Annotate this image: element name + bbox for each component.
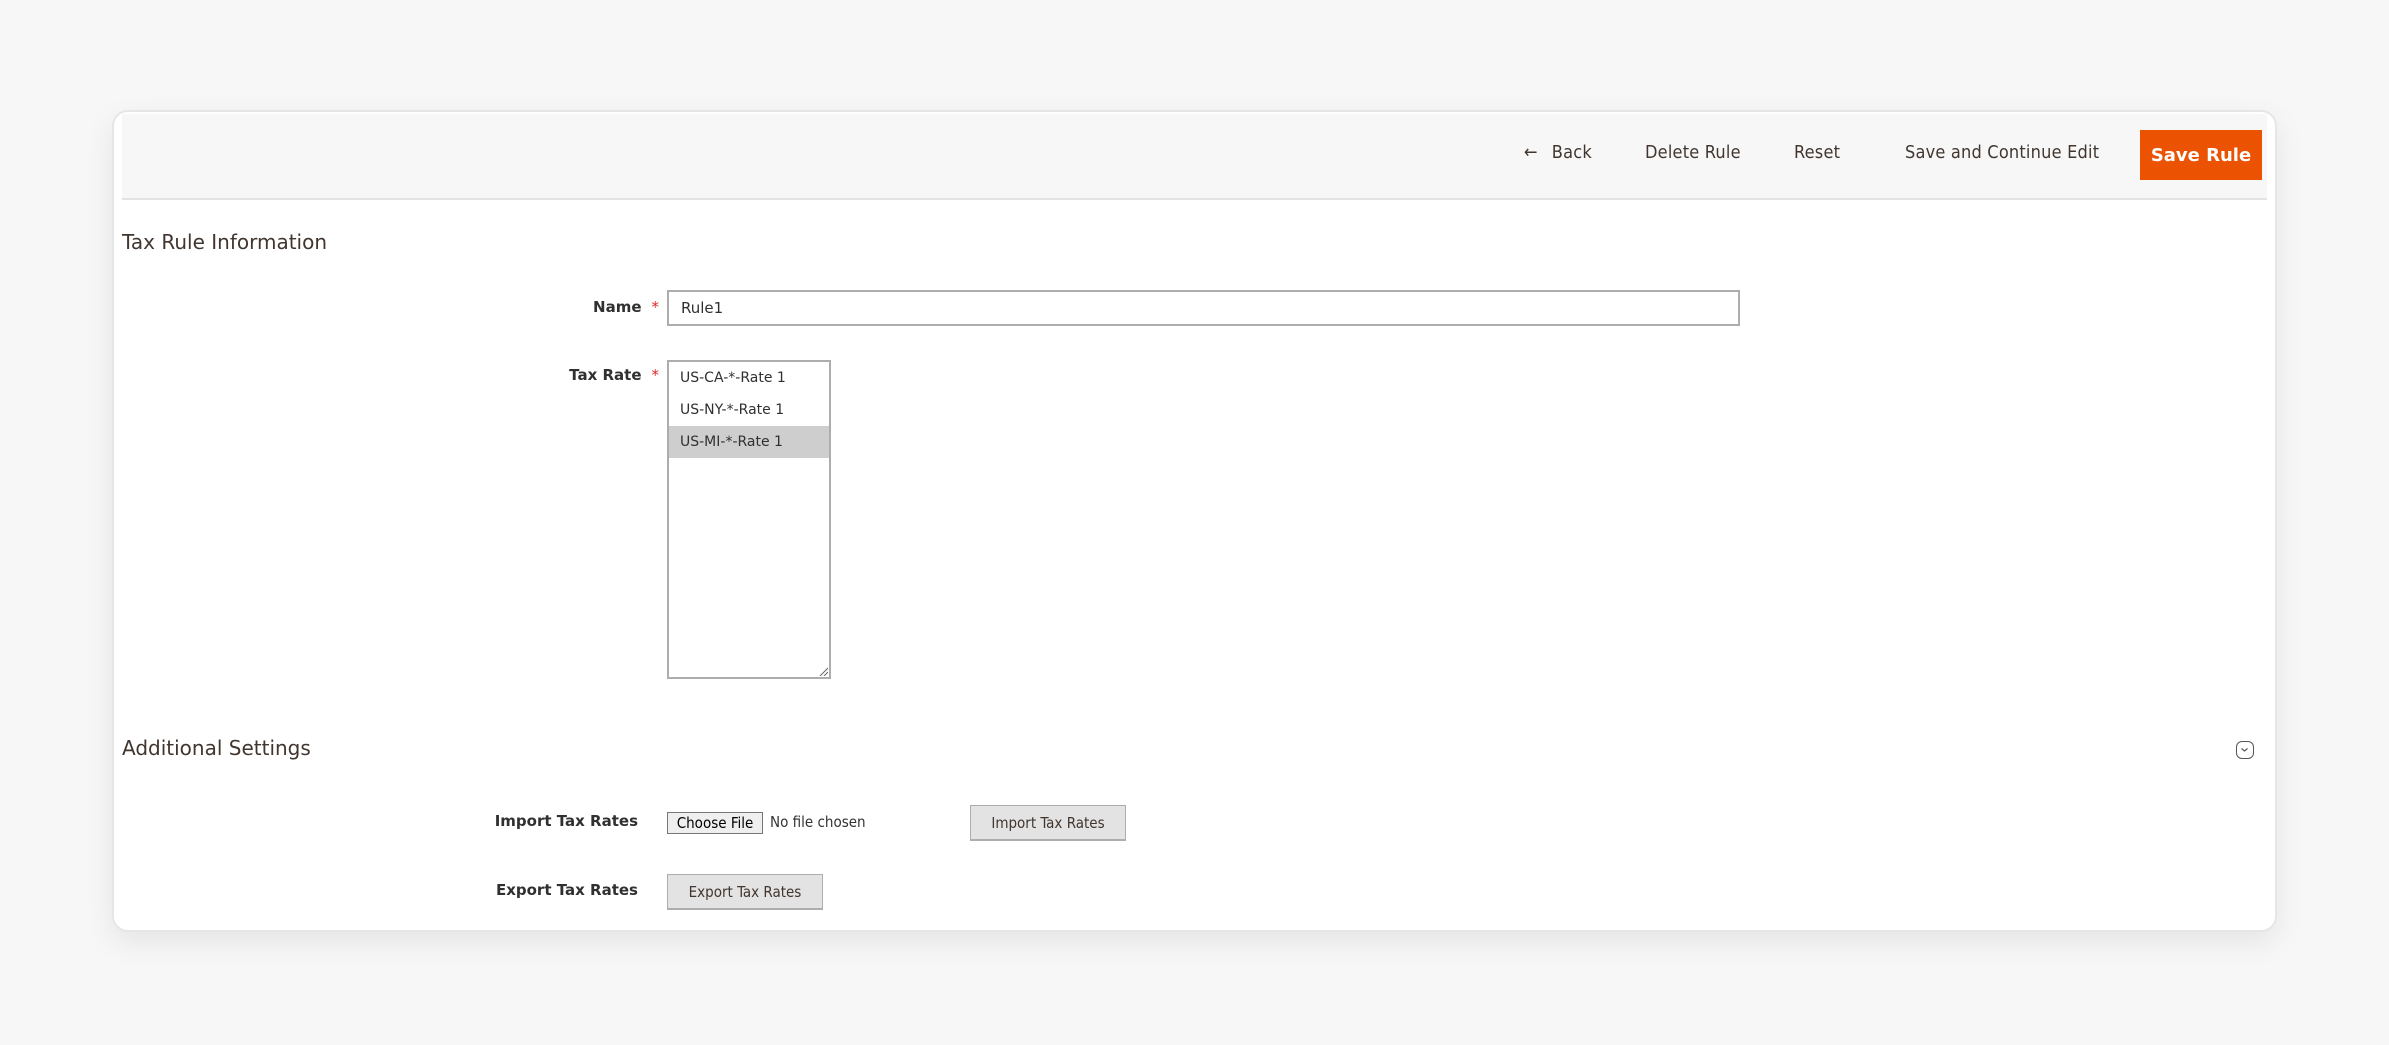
name-label: Name * [593, 298, 659, 316]
export-tax-rates-label: Export Tax Rates [495, 881, 638, 899]
tax-rate-option-selected[interactable]: US-MI-*-Rate 1 [669, 426, 829, 458]
import-tax-rates-button[interactable]: Import Tax Rates [970, 805, 1126, 841]
additional-settings-title[interactable]: Additional Settings [122, 736, 311, 760]
required-asterisk: * [651, 298, 660, 316]
page-actions-bar: ← Back Delete Rule Reset Save and Continu… [122, 114, 2267, 200]
chevron-down-circle-icon[interactable] [2236, 741, 2254, 759]
required-asterisk: * [651, 366, 660, 384]
tax-rate-multiselect[interactable]: US-CA-*-Rate 1 US-NY-*-Rate 1 US-MI-*-Ra… [667, 360, 831, 679]
save-rule-button[interactable]: Save Rule [2140, 130, 2262, 180]
reset-button[interactable]: Reset [1794, 142, 1840, 163]
choose-file-button[interactable]: Choose File [667, 812, 763, 834]
resize-handle-icon[interactable] [818, 666, 828, 676]
tax-rate-label: Tax Rate * [569, 366, 659, 384]
save-and-continue-button[interactable]: Save and Continue Edit [1905, 142, 2099, 163]
import-tax-rates-label: Import Tax Rates [494, 812, 638, 830]
file-status-text: No file chosen [770, 813, 866, 831]
arrow-left-icon: ← [1524, 142, 1538, 163]
name-label-text: Name [593, 298, 642, 316]
delete-rule-button[interactable]: Delete Rule [1645, 142, 1741, 163]
export-tax-rates-button[interactable]: Export Tax Rates [667, 874, 823, 910]
tax-rule-card: ← Back Delete Rule Reset Save and Continu… [112, 110, 2277, 932]
tax-rate-option[interactable]: US-CA-*-Rate 1 [669, 362, 829, 394]
tax-rate-option[interactable]: US-NY-*-Rate 1 [669, 394, 829, 426]
name-input[interactable] [667, 290, 1740, 326]
back-label: Back [1551, 142, 1592, 163]
tax-rule-information-title: Tax Rule Information [122, 230, 328, 254]
back-button[interactable]: ← Back [1524, 142, 1592, 163]
tax-rate-label-text: Tax Rate [569, 366, 642, 384]
